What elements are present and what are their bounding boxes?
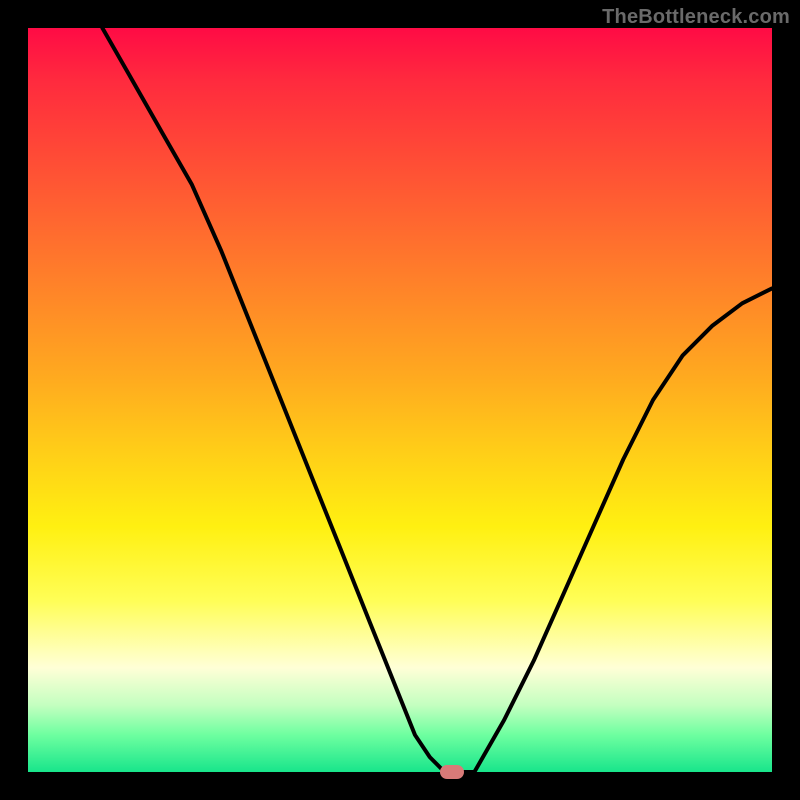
- optimum-marker: [440, 765, 464, 779]
- bottleneck-curve: [28, 28, 772, 772]
- plot-area: [28, 28, 772, 772]
- chart-frame: TheBottleneck.com: [0, 0, 800, 800]
- watermark-text: TheBottleneck.com: [602, 6, 790, 29]
